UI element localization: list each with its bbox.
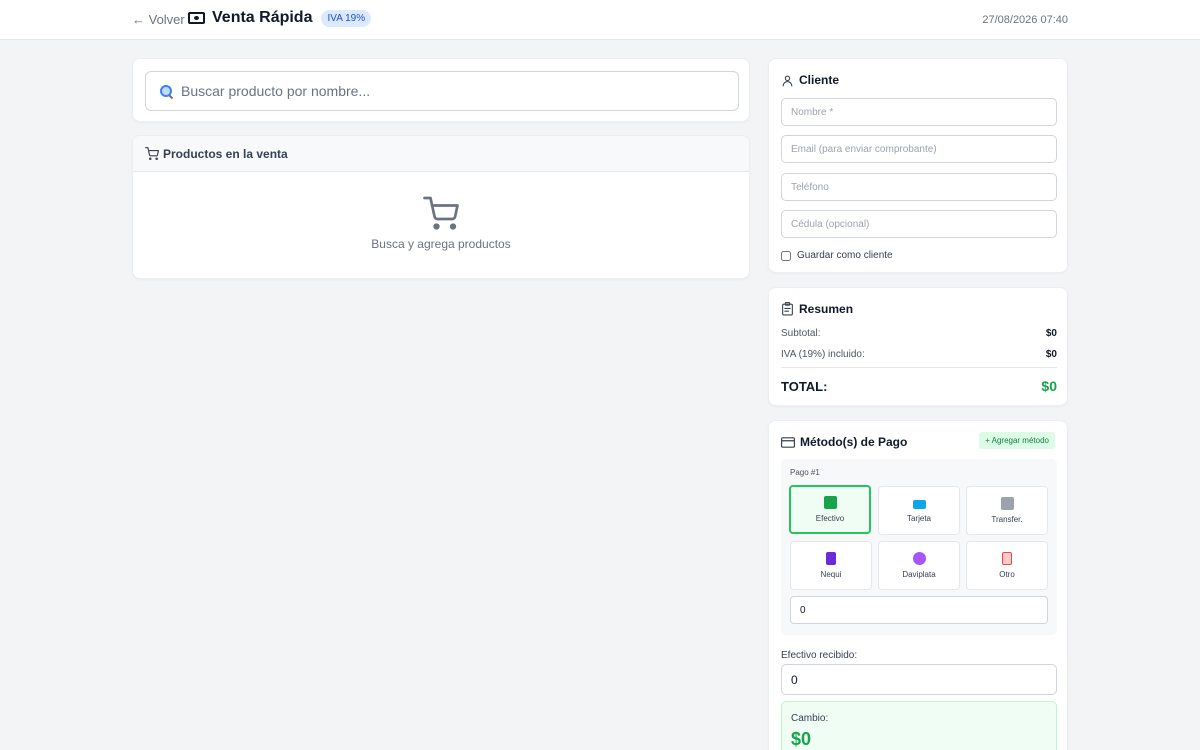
cash-received-input[interactable] (781, 664, 1057, 695)
phone-icon (826, 552, 836, 565)
cash-icon (823, 496, 837, 509)
client-title: Cliente (781, 73, 839, 87)
summary-title: Resumen (781, 302, 853, 316)
user-icon (782, 75, 793, 86)
total-label: TOTAL: (781, 379, 828, 394)
summary-title-text: Resumen (799, 302, 854, 316)
change-value: $0 (791, 729, 812, 749)
method-transfer-button[interactable]: Transfer. (966, 486, 1048, 535)
change-box: Cambio: $0 (781, 701, 1057, 750)
method-label: Daviplata (902, 570, 936, 579)
title-wrap: Venta Rápida IVA 19% (188, 9, 372, 27)
name-field[interactable] (781, 98, 1057, 126)
cash-received-label: Efectivo recibido: (781, 650, 858, 661)
add-method-button[interactable]: + Agregar método (979, 432, 1055, 449)
search-card (132, 58, 750, 122)
save-client-label: Guardar como cliente (797, 250, 893, 261)
payment-title: Método(s) de Pago (781, 435, 907, 449)
page-title: Venta Rápida (212, 9, 313, 26)
cash-icon (188, 12, 205, 24)
phone-field[interactable] (781, 173, 1057, 201)
payment-title-text: Método(s) de Pago (800, 435, 908, 449)
method-label: Efectivo (815, 514, 845, 523)
search-box[interactable] (145, 71, 739, 111)
payment-amount-input[interactable] (790, 596, 1048, 624)
subtotal-row: Subtotal: $0 (781, 328, 1057, 339)
subtotal-value: $0 (1045, 328, 1057, 339)
empty-cart-icon (423, 196, 459, 230)
id-field[interactable] (781, 210, 1057, 238)
method-otro-button[interactable]: Otro (966, 541, 1048, 590)
summary-divider (781, 367, 1057, 368)
clipboard-icon (1002, 552, 1012, 565)
method-daviplata-button[interactable]: Daviplata (878, 541, 960, 590)
iva-label: IVA (19%) incluido: (781, 349, 865, 360)
products-header: Productos en la venta (133, 136, 749, 172)
method-label: Otro (999, 570, 1015, 579)
method-label: Tarjeta (906, 514, 931, 523)
save-client-checkbox[interactable] (781, 250, 791, 261)
iva-value: $0 (1045, 349, 1057, 360)
products-card: Productos en la venta Busca y agrega pro… (132, 135, 750, 279)
bank-icon (1000, 497, 1014, 510)
top-bar: ← Volver Venta Rápida IVA 19% 27/08/2026… (0, 0, 1200, 40)
search-input[interactable] (181, 83, 721, 99)
client-card: Cliente Guardar como cliente (768, 58, 1068, 273)
iva-badge: IVA 19% (321, 9, 372, 27)
total-value: $0 (1041, 378, 1057, 394)
products-title: Productos en la venta (163, 146, 288, 161)
back-link[interactable]: ← Volver (132, 12, 185, 27)
heart-icon (912, 552, 926, 565)
payment-block: Pago #1 Efectivo Tarjeta Transfer. Nequi… (781, 459, 1057, 635)
method-tarjeta-button[interactable]: Tarjeta (878, 486, 960, 535)
save-client-row[interactable]: Guardar como cliente (781, 250, 893, 261)
cart-icon (145, 147, 159, 160)
search-icon (160, 84, 173, 98)
payment-card: Método(s) de Pago + Agregar método Pago … (768, 420, 1068, 750)
change-label: Cambio: (791, 713, 829, 724)
empty-state: Busca y agrega productos (133, 172, 749, 251)
total-row: TOTAL: $0 (781, 378, 1057, 394)
email-field[interactable] (781, 135, 1057, 163)
client-title-text: Cliente (799, 73, 840, 87)
method-efectivo-button[interactable]: Efectivo (789, 485, 871, 534)
iva-row: IVA (19%) incluido: $0 (781, 349, 1057, 360)
credit-card-icon (781, 436, 795, 448)
method-label: Nequi (820, 570, 842, 579)
method-nequi-button[interactable]: Nequi (790, 541, 872, 590)
payment-number-label: Pago #1 (790, 468, 820, 477)
datetime: 27/08/2026 07:40 (982, 14, 1068, 26)
clipboard-icon (782, 302, 793, 316)
card-icon (912, 500, 926, 509)
summary-card: Resumen Subtotal: $0 IVA (19%) incluido:… (768, 287, 1068, 406)
method-label: Transfer. (991, 515, 1023, 524)
subtotal-label: Subtotal: (781, 328, 821, 339)
empty-text: Busca y agrega productos (371, 237, 511, 251)
